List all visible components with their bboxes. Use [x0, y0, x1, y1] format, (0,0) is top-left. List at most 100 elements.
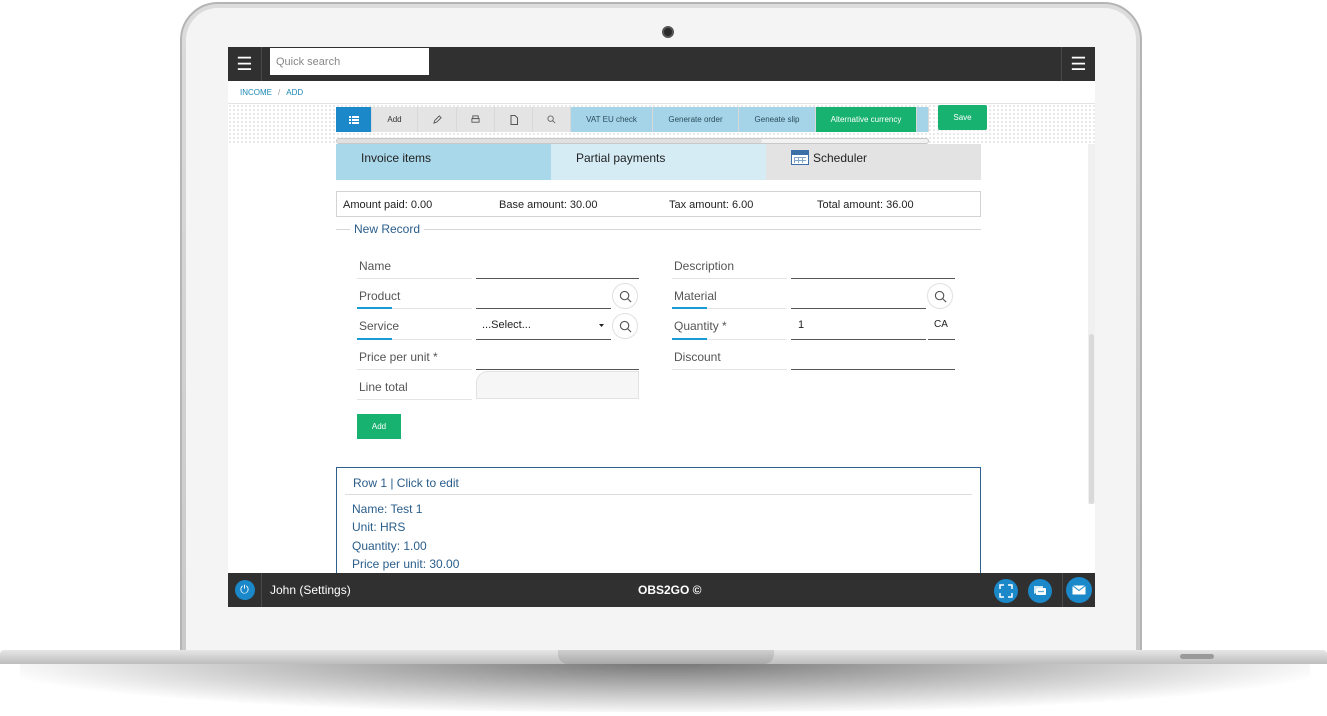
- material-input[interactable]: [791, 308, 926, 309]
- logout-button[interactable]: ⏻: [228, 573, 262, 607]
- laptop-indicator-light: [1180, 654, 1214, 659]
- product-search-button[interactable]: [612, 283, 638, 309]
- material-label-accent: [672, 307, 707, 309]
- quantity-input-underline: [791, 339, 926, 340]
- edit-button[interactable]: [418, 107, 457, 132]
- tab-invoice-items[interactable]: Invoice items: [336, 144, 551, 180]
- tab-scheduler-label: Scheduler: [813, 151, 868, 165]
- calendar-icon: [791, 150, 809, 165]
- generate-slip-button[interactable]: Geneate slip: [739, 107, 816, 132]
- price-per-unit-label: Price per unit *: [359, 350, 438, 364]
- discount-label-underline: [672, 369, 787, 370]
- add-record-label: Add: [387, 115, 402, 124]
- material-search-button[interactable]: [927, 283, 953, 309]
- breadcrumb-separator: /: [278, 87, 281, 97]
- pdf-button[interactable]: [495, 107, 533, 132]
- search-icon: [619, 320, 631, 332]
- discount-input[interactable]: [791, 369, 955, 370]
- vat-eu-check-button[interactable]: VAT EU check: [571, 107, 653, 132]
- quantity-unit[interactable]: CA: [934, 319, 948, 330]
- row-name: Name: Test 1: [352, 502, 423, 516]
- amounts-summary: Amount paid: 0.00 Base amount: 30.00 Tax…: [336, 191, 981, 217]
- add-item-button[interactable]: Add: [357, 414, 401, 439]
- toolbar-overflow[interactable]: [917, 107, 929, 132]
- discount-label: Discount: [674, 350, 721, 364]
- print-button[interactable]: [457, 107, 495, 132]
- user-settings-link[interactable]: John (Settings): [270, 583, 351, 597]
- side-menu-button[interactable]: ☰: [1061, 47, 1095, 81]
- description-input[interactable]: [791, 278, 955, 279]
- service-select[interactable]: ...Select...: [476, 315, 611, 339]
- add-item-label: Add: [371, 422, 387, 431]
- search-icon: [619, 290, 631, 302]
- hamburger-icon: ☰: [1070, 53, 1087, 74]
- app-screen: ☰ ☰ INCOME / ADD Add: [228, 47, 1095, 607]
- laptop-notch: [558, 650, 774, 664]
- row-price: Price per unit: 30.00: [352, 557, 460, 571]
- tab-scheduler[interactable]: Scheduler: [766, 144, 981, 180]
- vat-eu-check-label: VAT EU check: [586, 115, 637, 124]
- name-label: Name: [359, 259, 392, 273]
- name-input[interactable]: [476, 278, 639, 279]
- generate-slip-label: Geneate slip: [754, 115, 800, 124]
- row-quantity: Quantity: 1.00: [352, 539, 427, 553]
- price-label-underline: [357, 369, 472, 370]
- name-label-underline: [357, 278, 472, 279]
- alternative-currency-button[interactable]: Alternative currency: [816, 107, 917, 132]
- tab-partial-payments-label: Partial payments: [576, 151, 666, 165]
- list-icon: [348, 115, 359, 124]
- amount-paid: Amount paid: 0.00: [343, 199, 433, 211]
- add-record-button[interactable]: Add: [372, 107, 418, 132]
- breadcrumb-add[interactable]: ADD: [286, 88, 303, 97]
- row-title[interactable]: Row 1 | Click to edit: [353, 476, 459, 490]
- page-scrollbar-thumb[interactable]: [1089, 334, 1094, 504]
- generate-order-label: Generate order: [668, 115, 723, 124]
- product-label-accent: [357, 307, 392, 309]
- description-label-underline: [672, 278, 787, 279]
- tax-amount: Tax amount: 6.00: [669, 199, 754, 211]
- base-amount: Base amount: 30.00: [499, 199, 598, 211]
- line-total-input: [476, 371, 639, 399]
- tab-bar: Invoice items Partial payments Scheduler: [336, 144, 981, 180]
- breadcrumb-income[interactable]: INCOME: [240, 88, 272, 97]
- alternative-currency-label: Alternative currency: [830, 115, 902, 124]
- quick-search-input[interactable]: [270, 48, 429, 75]
- save-button[interactable]: Save: [938, 105, 987, 130]
- service-label: Service: [359, 319, 400, 333]
- footer-bar: ⏻ John (Settings) OBS2GO ©: [228, 573, 1095, 607]
- invoice-item-card[interactable]: Row 1 | Click to edit Name: Test 1 Unit:…: [336, 467, 981, 587]
- printer-icon: [471, 115, 480, 123]
- laptop-shadow: [20, 662, 1310, 712]
- description-label: Description: [674, 259, 735, 273]
- top-bar: ☰ ☰: [228, 47, 1095, 81]
- chevron-down-icon: [599, 324, 604, 327]
- hamburger-icon: ☰: [236, 53, 253, 74]
- generate-order-button[interactable]: Generate order: [653, 107, 739, 132]
- service-label-accent: [357, 338, 392, 340]
- product-input[interactable]: [476, 308, 611, 309]
- mail-button[interactable]: [1062, 573, 1095, 607]
- service-select-underline: [476, 339, 611, 340]
- pencil-icon: [432, 115, 442, 124]
- row-unit: Unit: HRS: [352, 520, 406, 534]
- material-label: Material: [674, 289, 717, 303]
- chat-button[interactable]: [1028, 579, 1052, 603]
- product-label: Product: [359, 289, 401, 303]
- quantity-unit-underline: [928, 339, 955, 340]
- quantity-label: Quantity *: [674, 319, 727, 333]
- toolbar-scrollbar-thumb[interactable]: [337, 139, 762, 143]
- service-search-button[interactable]: [612, 313, 638, 339]
- search-icon: [934, 290, 946, 302]
- toolbar-search-button[interactable]: [533, 107, 571, 132]
- tab-partial-payments[interactable]: Partial payments: [551, 144, 766, 180]
- quantity-input[interactable]: 1: [798, 319, 804, 331]
- expand-icon: [999, 584, 1013, 598]
- main-menu-button[interactable]: ☰: [228, 47, 262, 81]
- list-view-button[interactable]: [336, 107, 372, 132]
- fullscreen-button[interactable]: [994, 579, 1018, 603]
- fieldset-border: [336, 229, 981, 230]
- page-scrollbar[interactable]: [1088, 144, 1095, 504]
- save-label: Save: [953, 113, 972, 122]
- price-per-unit-input[interactable]: [476, 369, 639, 370]
- breadcrumb: INCOME / ADD: [228, 81, 1095, 104]
